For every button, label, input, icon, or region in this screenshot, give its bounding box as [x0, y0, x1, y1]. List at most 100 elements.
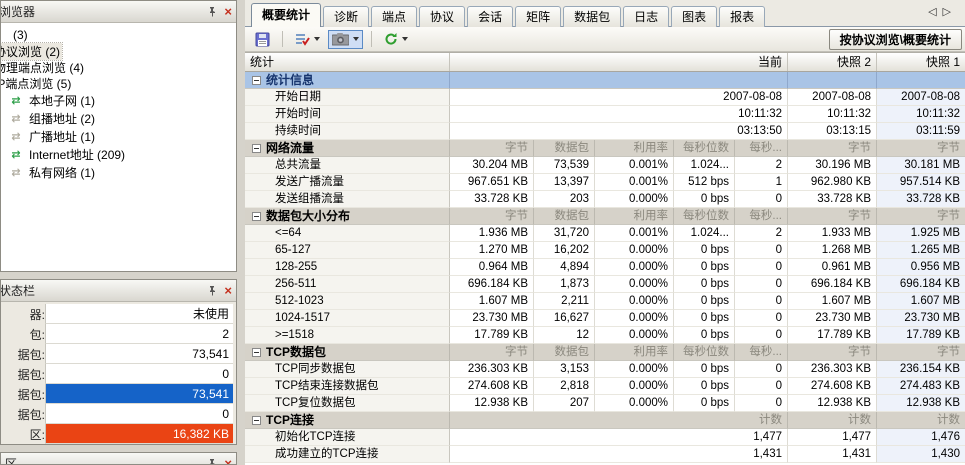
table-row[interactable]: 成功建立的TCP连接 1,431 1,431 1,430	[245, 446, 965, 463]
group-row-tcp-connections[interactable]: TCP连接 计数 计数 计数	[245, 412, 965, 429]
table-cell: 利用率	[595, 344, 674, 361]
table-cell: 10:11:32	[877, 106, 965, 123]
status-panel: 状态栏 × 器: 未使用 包: 2 据包: 73,541 据包: 0 据包: 73,541 据包: 0…	[0, 279, 237, 445]
column-header-current[interactable]: 当前	[450, 53, 788, 71]
table-row[interactable]: >=1518 17.789 KB 12 0.000% 0 bps 0 17.789 KB 17…	[245, 327, 965, 344]
close-icon[interactable]: ×	[224, 457, 232, 464]
group-row-tcp-packets[interactable]: TCP数据包 字节 数据包 利用率 每秒位数 每秒... 字节 字节	[245, 344, 965, 361]
collapse-icon[interactable]	[252, 75, 261, 85]
status-row: 据包: 0	[1, 364, 236, 384]
refresh-button[interactable]	[380, 29, 412, 49]
pin-icon[interactable]	[207, 285, 218, 296]
collapse-icon[interactable]	[252, 211, 261, 221]
tab-summary-stats[interactable]: 概要统计	[251, 3, 322, 27]
tree-item-label: 组播地址 (2)	[29, 111, 96, 126]
table-cell: 0.001%	[595, 225, 674, 242]
status-label: 区:	[29, 427, 45, 442]
tab-logs[interactable]: 日志	[623, 6, 670, 27]
tab-conversations[interactable]: 会话	[467, 6, 514, 27]
close-icon[interactable]: ×	[224, 284, 232, 297]
status-panel-titlebar: 状态栏 ×	[1, 280, 236, 302]
pin-icon[interactable]	[207, 6, 218, 17]
table-row[interactable]: <=64 1.936 MB 31,720 0.001% 1.024... 2 1.933 M…	[245, 225, 965, 242]
table-row[interactable]: 开始时间 10:11:32 10:11:32 10:11:32	[245, 106, 965, 123]
tab-diagnosis[interactable]: 诊断	[323, 6, 370, 27]
group-row-stats-info[interactable]: 统计信息	[245, 72, 965, 89]
browser-panel-title: 浏览器	[1, 5, 36, 19]
table-row[interactable]: 持续时间 03:13:50 03:13:15 03:11:59	[245, 123, 965, 140]
column-header-snapshot1[interactable]: 快照 1	[877, 53, 965, 71]
collapse-icon[interactable]	[252, 347, 261, 357]
browser-item-protocol-view[interactable]: 协议浏览 (2)	[1, 41, 236, 61]
table-row[interactable]: 发送组播流量 33.728 KB 203 0.000% 0 bps 0 33.728 KB 3…	[245, 191, 965, 208]
snapshot-camera-button[interactable]	[328, 29, 363, 49]
table-cell: 12.938 KB	[450, 395, 534, 412]
table-row[interactable]: 初始化TCP连接 1,477 1,477 1,476	[245, 429, 965, 446]
tab-reports[interactable]: 报表	[719, 6, 766, 27]
tree-item-label: 私有网络 (1)	[29, 165, 96, 180]
table-row[interactable]: 发送广播流量 967.651 KB 13,397 0.001% 512 bps 1 962.…	[245, 174, 965, 191]
save-button[interactable]	[251, 29, 274, 50]
table-cell: 0 bps	[674, 378, 735, 395]
tab-endpoints[interactable]: 端点	[371, 6, 418, 27]
table-cell: 0	[735, 361, 788, 378]
tree-item-label: 协议浏览 (2)	[1, 41, 64, 61]
table-cell: 30.181 MB	[877, 157, 965, 174]
table-cell: 33.728 KB	[450, 191, 534, 208]
status-label: 据包:	[17, 407, 45, 422]
group-row-packet-size-distribution[interactable]: 数据包大小分布 字节 数据包 利用率 每秒位数 每秒... 字节 字节	[245, 208, 965, 225]
browser-item-broadcast-address[interactable]: ⇄ 广播地址 (1)	[1, 127, 236, 145]
table-row[interactable]: TCP同步数据包 236.303 KB 3,153 0.000% 0 bps 0 236.3…	[245, 361, 965, 378]
table-row[interactable]: 512-1023 1.607 MB 2,211 0.000% 0 bps 0 1.607 M…	[245, 293, 965, 310]
table-cell: 字节	[788, 344, 877, 361]
table-cell: 字节	[877, 208, 965, 225]
view-mode-button[interactable]: 按协议浏览\概要统计	[828, 29, 962, 50]
group-name: 统计信息	[266, 73, 315, 87]
collapse-icon[interactable]	[252, 415, 261, 425]
status-label: 据包:	[17, 347, 45, 362]
table-row[interactable]: 128-255 0.964 MB 4,894 0.000% 0 bps 0 0.961 MB…	[245, 259, 965, 276]
row-label-cell: 发送广播流量	[245, 174, 450, 191]
tab-packets[interactable]: 数据包	[563, 6, 622, 27]
table-cell: 1.268 MB	[788, 242, 877, 259]
table-row[interactable]: 1024-1517 23.730 MB 16,627 0.000% 0 bps 0 23.7…	[245, 310, 965, 327]
table-cell: 13,397	[534, 174, 595, 191]
table-cell: 16,202	[534, 242, 595, 259]
row-label-cell: 发送组播流量	[245, 191, 450, 208]
tab-matrix[interactable]: 矩阵	[515, 6, 562, 27]
table-cell: 30.204 MB	[450, 157, 534, 174]
row-label-cell: 初始化TCP连接	[245, 429, 450, 446]
browser-item-local-subnet[interactable]: ⇄ 本地子网 (1)	[1, 91, 236, 109]
table-cell: 23.730 MB	[450, 310, 534, 327]
column-header-stat[interactable]: 统计	[245, 53, 450, 71]
table-cell: 0.000%	[595, 276, 674, 293]
tab-charts[interactable]: 图表	[671, 6, 718, 27]
tab-scroll-left-icon[interactable]: ◁	[928, 6, 942, 18]
group-row-network-traffic[interactable]: 网络流量 字节 数据包 利用率 每秒位数 每秒... 字节 字节	[245, 140, 965, 157]
table-cell: 1.265 MB	[877, 242, 965, 259]
table-row[interactable]: TCP结束连接数据包 274.608 KB 2,818 0.000% 0 bps 0 274…	[245, 378, 965, 395]
table-cell: 0 bps	[674, 293, 735, 310]
collapse-icon[interactable]	[252, 143, 261, 153]
column-header-snapshot2[interactable]: 快照 2	[788, 53, 877, 71]
filter-menu-button[interactable]	[291, 29, 324, 50]
browser-item-internet-address[interactable]: ⇄ Internet地址 (209)	[1, 145, 236, 163]
table-cell: 0.956 MB	[877, 259, 965, 276]
browser-item-root[interactable]: (3)	[1, 27, 236, 43]
browser-item-private-network[interactable]: ⇄ 私有网络 (1)	[1, 163, 236, 181]
browser-item-physical-endpoint-view[interactable]: 物理端点浏览 (4)	[1, 59, 236, 75]
browser-item-ip-endpoint-view[interactable]: IP端点浏览 (5)	[1, 75, 236, 91]
pin-icon[interactable]	[207, 458, 218, 465]
close-icon[interactable]: ×	[224, 5, 232, 18]
table-row[interactable]: 开始日期 2007-08-08 2007-08-08 2007-08-08	[245, 89, 965, 106]
tab-scroll-right-icon[interactable]: ▷	[943, 6, 957, 18]
table-row[interactable]: TCP复位数据包 12.938 KB 207 0.000% 0 bps 0 12.938 K…	[245, 395, 965, 412]
table-row[interactable]: 总共流量 30.204 MB 73,539 0.001% 1.024... 2 30.196…	[245, 157, 965, 174]
browser-item-multicast-address[interactable]: ⇄ 组播地址 (2)	[1, 109, 236, 127]
table-row[interactable]: 65-127 1.270 MB 16,202 0.000% 0 bps 0 1.268 MB…	[245, 242, 965, 259]
tree-item-label: Internet地址 (209)	[29, 147, 126, 162]
group-label-cell: 网络流量	[245, 140, 450, 157]
tab-protocols[interactable]: 协议	[419, 6, 466, 27]
table-row[interactable]: 256-511 696.184 KB 1,873 0.000% 0 bps 0 696.18…	[245, 276, 965, 293]
browser-panel: 浏览器 × (3) 协议浏览 (2)物理端点浏览 (4)IP端点浏览 (5) ⇄ 本…	[0, 0, 237, 272]
